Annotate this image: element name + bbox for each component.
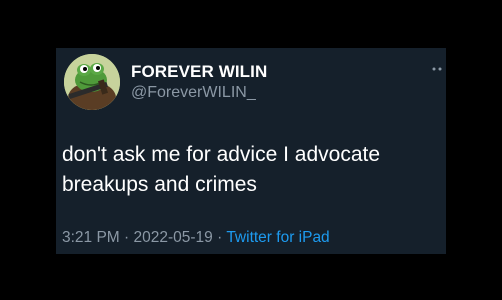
tweet-metadata: 3:21 PM · 2022-05-19 · Twitter for iPad: [62, 229, 330, 247]
separator: ·: [212, 229, 227, 246]
separator: ·: [119, 229, 134, 246]
tweet-source[interactable]: Twitter for iPad: [226, 229, 329, 246]
tweet-card: FOREVER WILIN @ForeverWILIN_ don't ask m…: [56, 48, 446, 254]
author-handle[interactable]: @ForeverWILIN_: [131, 84, 256, 102]
tweet-time[interactable]: 3:21 PM: [62, 229, 120, 246]
author-name[interactable]: FOREVER WILIN: [131, 62, 267, 82]
tweet-text: don't ask me for advice I advocate break…: [62, 143, 381, 196]
tweet-date[interactable]: 2022-05-19: [134, 229, 213, 246]
more-options-icon[interactable]: [432, 60, 444, 71]
frog-avatar-icon[interactable]: [64, 54, 120, 110]
